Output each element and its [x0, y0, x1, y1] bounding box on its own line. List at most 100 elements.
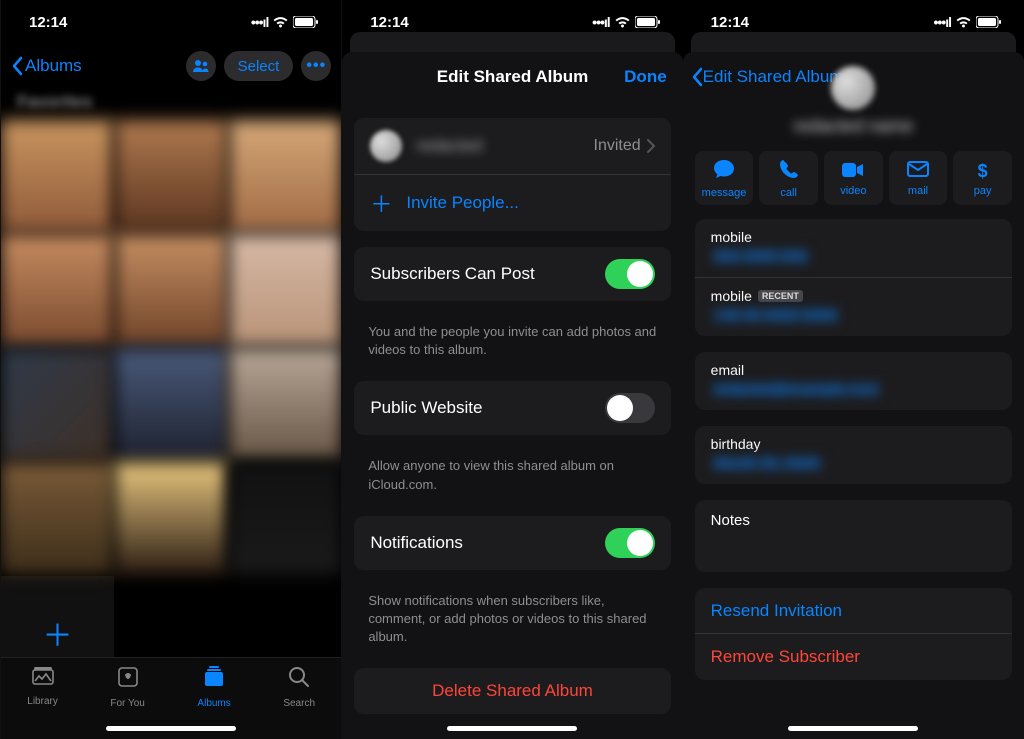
back-button[interactable]: Albums [11, 56, 82, 76]
cellular-icon [934, 14, 951, 31]
delete-album-button[interactable]: Delete Shared Album [354, 668, 670, 714]
select-label: Select [238, 58, 280, 75]
sheet: Edit Shared Album redacted name message … [683, 52, 1024, 739]
subscriber-row[interactable]: redacted Invited [354, 118, 670, 175]
photo-thumbnail[interactable] [1, 234, 113, 346]
chevron-left-icon [691, 67, 703, 87]
contact-name: redacted name [793, 116, 913, 137]
tab-library[interactable]: Library [27, 666, 58, 739]
home-indicator[interactable] [447, 726, 577, 731]
contact-detail-screen: 12:14 Edit Shared Album redacted name me… [683, 0, 1024, 739]
phone-value: 000 0000 000 [711, 248, 811, 265]
phone-value: +00 00 0000 0000 [711, 307, 840, 324]
done-button[interactable]: Done [624, 67, 667, 87]
photo-thumbnail[interactable] [1, 348, 113, 460]
status-indicators [592, 14, 660, 31]
call-button[interactable]: call [759, 151, 818, 205]
notifications-group: Notifications [354, 516, 670, 570]
pay-button[interactable]: $ pay [953, 151, 1012, 205]
home-indicator[interactable] [788, 726, 918, 731]
mail-button[interactable]: mail [889, 151, 948, 205]
setting-label: Notifications [370, 533, 463, 553]
photo-thumbnail[interactable] [229, 120, 341, 232]
action-label: video [840, 185, 866, 197]
notes-field[interactable]: Notes [695, 500, 1012, 572]
notifications-toggle[interactable] [605, 528, 655, 558]
action-label: call [780, 187, 797, 199]
invite-people-button[interactable]: ＋ Invite People... [354, 175, 670, 231]
subscribers-group: redacted Invited ＋ Invite People... [354, 118, 670, 231]
field-label: birthday [711, 436, 996, 452]
remove-label: Remove Subscriber [711, 647, 860, 667]
home-indicator[interactable] [106, 726, 236, 731]
nav-actions: Select ••• [186, 51, 332, 81]
notifications-row: Notifications [354, 516, 670, 570]
action-label: message [702, 187, 747, 199]
sheet: Edit Shared Album Done redacted Invited … [342, 52, 682, 739]
setting-label: Subscribers Can Post [370, 264, 534, 284]
photo-thumbnail[interactable] [1, 462, 113, 574]
invitation-actions-group: Resend Invitation Remove Subscriber [695, 588, 1012, 680]
album-title: Favorites [1, 88, 341, 120]
photo-thumbnail[interactable] [115, 120, 227, 232]
field-label: mobile [711, 229, 996, 245]
tab-label: Search [283, 698, 315, 709]
nav-bar: Albums Select ••• [1, 44, 341, 88]
library-icon [31, 666, 55, 692]
photo-thumbnail[interactable] [1, 120, 113, 232]
back-button[interactable]: Edit Shared Album [691, 67, 844, 87]
mobile-field[interactable]: mobile 000 0000 000 [695, 219, 1012, 278]
public-website-toggle[interactable] [605, 393, 655, 423]
subscribers-can-post-toggle[interactable] [605, 259, 655, 289]
status-indicators [934, 14, 1002, 31]
back-label: Edit Shared Album [703, 67, 844, 87]
birthday-value: Month 00, 0000 [711, 455, 823, 472]
field-label: mobile [711, 288, 752, 304]
avatar [370, 130, 402, 162]
photo-thumbnail[interactable] [115, 348, 227, 460]
public-website-group: Public Website [354, 381, 670, 435]
field-label: email [711, 362, 996, 378]
video-button[interactable]: video [824, 151, 883, 205]
tab-search[interactable]: Search [283, 666, 315, 739]
back-label: Albums [25, 56, 82, 76]
email-field[interactable]: email redacted@example.com [695, 352, 1012, 410]
battery-icon [635, 16, 661, 28]
photo-thumbnail[interactable] [229, 234, 341, 346]
photo-thumbnail[interactable] [115, 462, 227, 574]
edit-shared-album-screen: 12:14 Edit Shared Album Done redacted In… [341, 0, 682, 739]
status-time: 12:14 [370, 14, 408, 31]
action-label: pay [974, 185, 992, 197]
status-time: 12:14 [711, 14, 749, 31]
cellular-icon [592, 14, 609, 31]
photo-thumbnail[interactable] [229, 462, 341, 574]
wifi-icon [614, 16, 631, 28]
select-button[interactable]: Select [224, 51, 294, 81]
sheet-title: Edit Shared Album [437, 67, 588, 87]
battery-icon [293, 16, 319, 28]
chevron-left-icon [11, 56, 23, 76]
sheet-nav: Edit Shared Album Done [342, 52, 682, 102]
foryou-icon [117, 666, 139, 694]
phone-icon [779, 159, 799, 184]
public-caption: Allow anyone to view this shared album o… [342, 451, 682, 505]
resend-invitation-button[interactable]: Resend Invitation [695, 588, 1012, 634]
status-indicators [251, 14, 319, 31]
subscribers-can-post-row: Subscribers Can Post [354, 247, 670, 301]
photo-thumbnail[interactable] [229, 348, 341, 460]
email-group: email redacted@example.com [695, 352, 1012, 410]
subscribers-caption: You and the people you invite can add ph… [342, 317, 682, 371]
battery-icon [976, 16, 1002, 28]
photo-thumbnail[interactable] [115, 234, 227, 346]
message-button[interactable]: message [695, 151, 754, 205]
birthday-field[interactable]: birthday Month 00, 0000 [695, 426, 1012, 484]
more-button[interactable]: ••• [301, 51, 331, 81]
plus-icon: ＋ [370, 187, 392, 219]
mobile-recent-field[interactable]: mobile RECENT +00 00 0000 0000 [695, 278, 1012, 336]
remove-subscriber-button[interactable]: Remove Subscriber [695, 634, 1012, 680]
shared-with-you-button[interactable] [186, 51, 216, 81]
tab-label: Library [27, 696, 58, 707]
pay-icon: $ [978, 161, 988, 182]
albums-icon [202, 666, 226, 694]
people-icon [192, 59, 210, 73]
